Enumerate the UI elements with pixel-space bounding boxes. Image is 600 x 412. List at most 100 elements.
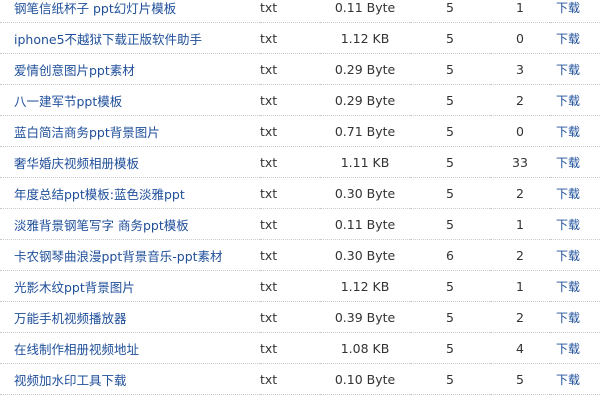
table-row: 年度总结ppt模板:蓝色淡雅ppt txt 0.30 Byte 5 2 下载 (0, 177, 600, 209)
file-name-link[interactable]: 万能手机视频播放器 (14, 311, 127, 326)
count-column-1: 5 (410, 208, 490, 240)
download-link[interactable]: 下载 (556, 249, 580, 263)
file-type: txt (260, 146, 320, 178)
file-type: txt (260, 0, 320, 23)
count-column-2: 3 (490, 53, 550, 85)
file-list-table: 钢笔信纸杯子 ppt幻灯片模板 txt 0.11 Byte 5 1 下载 iph… (0, 0, 600, 395)
count-column-1: 5 (410, 301, 490, 333)
file-size: 0.11 Byte (320, 0, 410, 23)
file-name-link[interactable]: 淡雅背景钢笔写字 商务ppt模板 (14, 218, 189, 233)
table-row: 卡农钢琴曲浪漫ppt背景音乐-ppt素材 txt 0.30 Byte 6 2 下… (0, 239, 600, 271)
count-column-2: 1 (490, 0, 550, 23)
download-cell: 下载 (550, 239, 600, 271)
file-type: txt (260, 363, 320, 395)
count-column-2: 0 (490, 115, 550, 147)
table-row: 光影木纹ppt背景图片 txt 1.12 KB 5 1 下载 (0, 270, 600, 302)
file-type: txt (260, 115, 320, 147)
count-column-2: 2 (490, 301, 550, 333)
download-cell: 下载 (550, 270, 600, 302)
count-column-1: 5 (410, 0, 490, 23)
file-size: 0.29 Byte (320, 53, 410, 85)
count-column-1: 5 (410, 363, 490, 395)
file-list-body: 钢笔信纸杯子 ppt幻灯片模板 txt 0.11 Byte 5 1 下载 iph… (0, 0, 600, 395)
table-row: 奢华婚庆视频相册模板 txt 1.11 KB 5 33 下载 (0, 146, 600, 178)
file-name-link[interactable]: 钢笔信纸杯子 ppt幻灯片模板 (14, 1, 176, 16)
download-link[interactable]: 下载 (556, 32, 580, 46)
count-column-2: 5 (490, 363, 550, 395)
file-name-link[interactable]: 光影木纹ppt背景图片 (14, 280, 135, 295)
count-column-2: 2 (490, 84, 550, 116)
download-cell: 下载 (550, 0, 600, 23)
count-column-2: 33 (490, 146, 550, 178)
file-size: 0.11 Byte (320, 208, 410, 240)
file-name-link[interactable]: 爱情创意图片ppt素材 (14, 63, 135, 78)
file-name-link[interactable]: 奢华婚庆视频相册模板 (14, 156, 139, 171)
download-link[interactable]: 下载 (556, 63, 580, 77)
download-cell: 下载 (550, 84, 600, 116)
table-row: 在线制作相册视频地址 txt 1.08 KB 5 4 下载 (0, 332, 600, 364)
download-cell: 下载 (550, 22, 600, 54)
file-type: txt (260, 332, 320, 364)
download-cell: 下载 (550, 208, 600, 240)
count-column-1: 6 (410, 239, 490, 271)
table-row: 万能手机视频播放器 txt 0.39 Byte 5 2 下载 (0, 301, 600, 333)
file-name-link[interactable]: 在线制作相册视频地址 (14, 342, 139, 357)
count-column-1: 5 (410, 332, 490, 364)
download-link[interactable]: 下载 (556, 311, 580, 325)
file-name-link[interactable]: 卡农钢琴曲浪漫ppt背景音乐-ppt素材 (14, 249, 223, 264)
file-size: 1.12 KB (320, 270, 410, 302)
file-type: txt (260, 239, 320, 271)
count-column-1: 5 (410, 53, 490, 85)
count-column-1: 5 (410, 270, 490, 302)
file-name-cell: iphone5不越狱下载正版软件助手 (0, 22, 260, 54)
download-link[interactable]: 下载 (556, 280, 580, 294)
table-row: iphone5不越狱下载正版软件助手 txt 1.12 KB 5 0 下载 (0, 22, 600, 54)
download-cell: 下载 (550, 53, 600, 85)
download-cell: 下载 (550, 332, 600, 364)
count-column-1: 5 (410, 115, 490, 147)
file-name-cell: 万能手机视频播放器 (0, 301, 260, 333)
file-name-link[interactable]: iphone5不越狱下载正版软件助手 (14, 32, 202, 47)
download-link[interactable]: 下载 (556, 342, 580, 356)
file-name-link[interactable]: 蓝白简洁商务ppt背景图片 (14, 125, 160, 140)
file-name-cell: 视频加水印工具下载 (0, 363, 260, 395)
file-type: txt (260, 208, 320, 240)
count-column-2: 2 (490, 239, 550, 271)
count-column-2: 1 (490, 270, 550, 302)
table-row: 视频加水印工具下载 txt 0.10 Byte 5 5 下载 (0, 363, 600, 395)
download-link[interactable]: 下载 (556, 1, 580, 15)
download-link[interactable]: 下载 (556, 125, 580, 139)
count-column-2: 1 (490, 208, 550, 240)
download-link[interactable]: 下载 (556, 218, 580, 232)
file-name-cell: 在线制作相册视频地址 (0, 332, 260, 364)
file-name-cell: 奢华婚庆视频相册模板 (0, 146, 260, 178)
table-row: 蓝白简洁商务ppt背景图片 txt 0.71 Byte 5 0 下载 (0, 115, 600, 147)
file-type: txt (260, 177, 320, 209)
download-link[interactable]: 下载 (556, 156, 580, 170)
file-name-link[interactable]: 视频加水印工具下载 (14, 373, 127, 388)
file-size: 1.12 KB (320, 22, 410, 54)
file-type: txt (260, 84, 320, 116)
count-column-2: 2 (490, 177, 550, 209)
file-type: txt (260, 301, 320, 333)
count-column-1: 5 (410, 146, 490, 178)
count-column-1: 5 (410, 177, 490, 209)
count-column-1: 5 (410, 22, 490, 54)
file-type: txt (260, 53, 320, 85)
file-size: 0.39 Byte (320, 301, 410, 333)
file-name-cell: 卡农钢琴曲浪漫ppt背景音乐-ppt素材 (0, 239, 260, 271)
file-size: 0.29 Byte (320, 84, 410, 116)
file-name-link[interactable]: 八一建军节ppt模板 (14, 94, 122, 109)
table-row: 爱情创意图片ppt素材 txt 0.29 Byte 5 3 下载 (0, 53, 600, 85)
count-column-1: 5 (410, 84, 490, 116)
file-type: txt (260, 270, 320, 302)
file-size: 1.11 KB (320, 146, 410, 178)
download-link[interactable]: 下载 (556, 94, 580, 108)
download-cell: 下载 (550, 301, 600, 333)
download-link[interactable]: 下载 (556, 187, 580, 201)
file-name-link[interactable]: 年度总结ppt模板:蓝色淡雅ppt (14, 187, 185, 202)
file-name-cell: 蓝白简洁商务ppt背景图片 (0, 115, 260, 147)
download-cell: 下载 (550, 115, 600, 147)
table-row: 钢笔信纸杯子 ppt幻灯片模板 txt 0.11 Byte 5 1 下载 (0, 0, 600, 23)
download-link[interactable]: 下载 (556, 373, 580, 387)
